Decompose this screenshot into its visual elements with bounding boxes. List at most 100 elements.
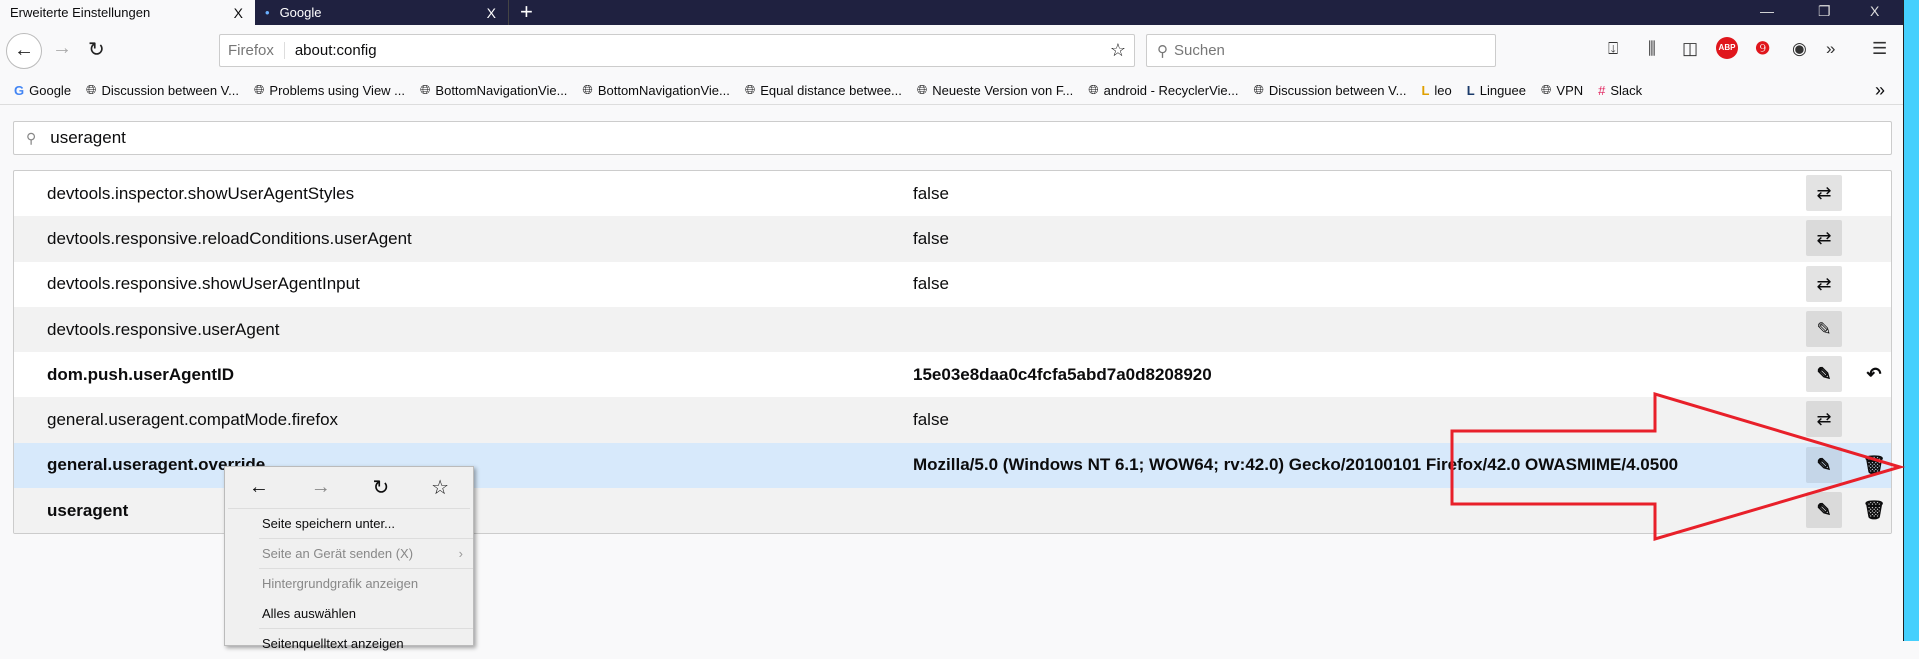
table-row: devtools.inspector.showUserAgentStyles f… xyxy=(14,171,1891,216)
close-tab-icon[interactable]: X xyxy=(234,5,243,21)
globe-icon: 🌐︎ xyxy=(254,82,265,97)
globe-icon: 🌐︎ xyxy=(916,82,928,97)
bookmark-star-icon[interactable]: ☆ xyxy=(431,475,449,500)
reset-icon[interactable]: ↶ xyxy=(1859,356,1889,392)
pref-name: devtools.responsive.reloadConditions.use… xyxy=(47,228,412,248)
tab-about-config[interactable]: Erweiterte Einstellungen X xyxy=(0,0,255,25)
globe-icon: 🌐︎ xyxy=(744,82,756,97)
toggle-icon[interactable]: ⇄ xyxy=(1806,220,1842,257)
pref-value: 15e03e8daa0c4fcfa5abd7a0d8208920 xyxy=(913,364,1212,384)
downloads-icon[interactable]: ⍗ xyxy=(1608,39,1618,59)
menu-item-select-all[interactable]: Alles auswählen xyxy=(259,599,473,629)
delete-icon[interactable]: 🗑︎ xyxy=(1859,492,1889,528)
minimize-icon[interactable]: — xyxy=(1760,0,1774,22)
forward-button[interactable]: → xyxy=(52,37,72,60)
preference-filter-input[interactable]: ⚲ useragent xyxy=(13,121,1892,155)
bookmark-item[interactable]: 🌐︎ Neueste Version von F... xyxy=(917,82,1073,98)
globe-icon: 🌐︎ xyxy=(1253,82,1264,97)
url-text: about:config xyxy=(294,42,377,59)
search-placeholder: Suchen xyxy=(1174,42,1225,59)
menu-item-send-to-device[interactable]: Seite an Gerät senden (X) › xyxy=(259,539,473,569)
edit-icon[interactable]: ✎ xyxy=(1806,310,1842,347)
restore-icon[interactable]: ❐ xyxy=(1818,0,1831,22)
table-row: dom.push.userAgentID 15e03e8daa0c4fcfa5a… xyxy=(14,352,1891,397)
edit-icon[interactable]: ✎ xyxy=(1806,446,1842,483)
close-tab-icon[interactable]: X xyxy=(487,5,496,21)
bookmarks-toolbar: G Google 🌐︎ Discussion between V... 🌐︎ Prob… xyxy=(0,76,1903,105)
new-tab-button[interactable]: + xyxy=(520,0,533,23)
pref-name: devtools.responsive.showUserAgentInput xyxy=(47,274,360,294)
bookmark-item[interactable]: 🌐︎ BottomNavigationVie... xyxy=(420,82,567,98)
identity-label: Firefox xyxy=(220,42,285,59)
nav-bar: ← → ↻ Firefox about:config ☆ ⚲ Suchen ⍗ … xyxy=(0,25,1903,76)
forward-icon[interactable]: → xyxy=(311,476,331,499)
menu-item-view-background[interactable]: Hintergrundgrafik anzeigen xyxy=(259,569,473,599)
bookmark-item[interactable]: 🌐︎ VPN xyxy=(1541,82,1583,98)
google-icon: G xyxy=(14,82,25,98)
bookmark-item[interactable]: Lleo xyxy=(1421,83,1451,98)
url-bar[interactable]: Firefox about:config ☆ xyxy=(219,34,1135,67)
globe-icon: 🌐︎ xyxy=(420,82,431,97)
context-menu: ← → ↻ ☆ Seite speichern unter... Seite a… xyxy=(224,466,474,651)
reload-button[interactable]: ↻ xyxy=(88,37,105,62)
table-row: devtools.responsive.userAgent ✎ xyxy=(14,306,1891,353)
menu-item-view-source[interactable]: Seitenquelltext anzeigen xyxy=(259,629,473,659)
globe-icon: 🌐︎ xyxy=(582,82,593,97)
reload-icon[interactable]: ↻ xyxy=(373,475,390,500)
window-close-icon[interactable]: X xyxy=(1870,0,1879,22)
tab-dot-icon: • xyxy=(265,5,270,20)
slack-icon: # xyxy=(1598,82,1606,98)
tab-title: Erweiterte Einstellungen xyxy=(10,5,151,20)
toggle-icon[interactable]: ⇄ xyxy=(1806,265,1842,302)
pref-name: devtools.responsive.userAgent xyxy=(47,319,280,339)
adblock-icon[interactable]: ABP xyxy=(1716,37,1738,59)
table-row: devtools.responsive.reloadConditions.use… xyxy=(14,216,1891,262)
screen-edge xyxy=(1903,0,1919,641)
overflow-icon[interactable]: » xyxy=(1826,39,1835,59)
pref-name: dom.push.userAgentID xyxy=(47,364,235,384)
tab-google[interactable]: • Google X xyxy=(255,0,509,25)
tab-bar: Erweiterte Einstellungen X • Google X + … xyxy=(0,0,1903,25)
bookmark-star-icon[interactable]: ☆ xyxy=(1110,40,1126,61)
bookmark-item[interactable]: 🌐︎ Equal distance betwee... xyxy=(745,82,902,98)
search-icon: ⚲ xyxy=(1157,42,1168,60)
bookmark-item[interactable]: 🌐︎ Problems using View ... xyxy=(254,82,405,98)
menu-icon[interactable]: ☰ xyxy=(1872,39,1887,59)
tab-title: Google xyxy=(279,5,322,20)
table-row: general.useragent.compatMode.firefox fal… xyxy=(14,397,1891,443)
leo-icon: L xyxy=(1421,82,1430,98)
bookmark-item[interactable]: G Google xyxy=(14,83,71,98)
bookmark-item[interactable]: 🌐︎ android - RecyclerVie... xyxy=(1088,82,1238,98)
library-icon[interactable]: ⫼ xyxy=(1648,39,1656,59)
table-row: devtools.responsive.showUserAgentInput f… xyxy=(14,262,1891,307)
edit-icon[interactable]: ✎ xyxy=(1806,356,1842,393)
globe-icon: 🌐︎ xyxy=(86,82,97,97)
toggle-icon[interactable]: ⇄ xyxy=(1806,401,1842,438)
edit-icon[interactable]: ✎ xyxy=(1806,492,1842,529)
pref-name: devtools.inspector.showUserAgentStyles xyxy=(47,183,355,203)
menu-item-save-page[interactable]: Seite speichern unter... xyxy=(259,509,473,539)
pref-name: general.useragent.compatMode.firefox xyxy=(47,410,339,430)
pref-value: false xyxy=(913,410,949,430)
bookmark-item[interactable]: # Slack xyxy=(1598,83,1642,98)
back-button[interactable]: ← xyxy=(6,33,42,69)
bookmark-item[interactable]: 🌐︎ BottomNavigationVie... xyxy=(582,82,729,98)
pref-value: false xyxy=(913,274,949,294)
delete-icon[interactable]: 🗑︎ xyxy=(1859,447,1889,483)
extension-icon[interactable]: ❾ xyxy=(1755,39,1770,59)
filter-value: useragent xyxy=(50,128,126,147)
pref-value: false xyxy=(913,183,949,203)
back-icon[interactable]: ← xyxy=(249,476,269,499)
search-input[interactable]: ⚲ Suchen xyxy=(1146,34,1496,67)
bookmark-item[interactable]: L Linguee xyxy=(1467,83,1526,98)
pref-value: false xyxy=(913,228,949,248)
submenu-chevron-icon: › xyxy=(458,546,463,561)
bookmark-item[interactable]: 🌐︎ Discussion between V... xyxy=(86,82,239,98)
bookmarks-overflow-icon[interactable]: » xyxy=(1875,80,1885,101)
linguee-icon: L xyxy=(1466,82,1475,98)
pref-value: Mozilla/5.0 (Windows NT 6.1; WOW64; rv:4… xyxy=(913,455,1679,475)
toggle-icon[interactable]: ⇄ xyxy=(1806,175,1842,211)
bookmark-item[interactable]: 🌐︎ Discussion between V... xyxy=(1254,82,1407,98)
sidebar-icon[interactable]: ◫ xyxy=(1682,39,1698,59)
account-icon[interactable]: ◉ xyxy=(1792,39,1807,59)
